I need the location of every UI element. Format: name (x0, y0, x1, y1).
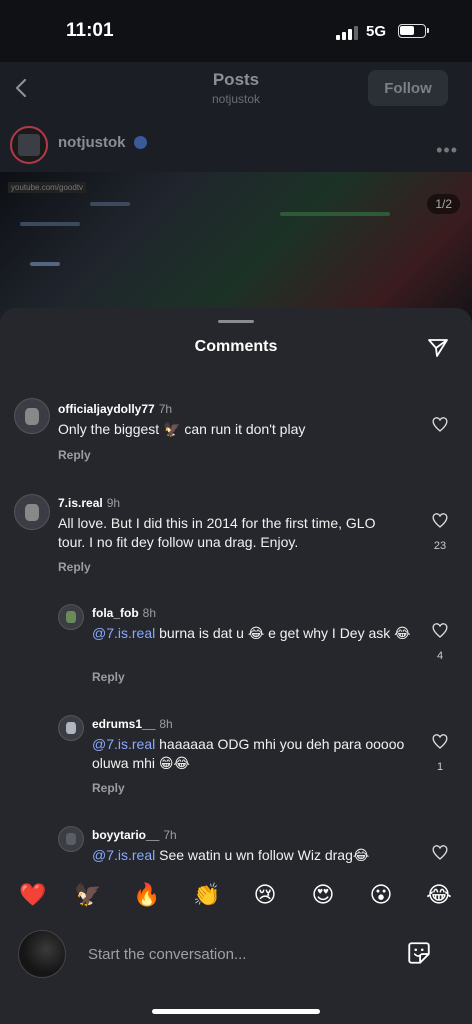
commenter-avatar[interactable] (14, 398, 50, 434)
emoji-heart-button[interactable]: ❤️ (18, 882, 48, 908)
network-type: 5G (366, 23, 387, 40)
reply-button[interactable]: Reply (92, 781, 125, 795)
comment-text: Only the biggest 🦅 can run it don't play (58, 421, 306, 437)
comment-text: @7.is.real burna is dat u 😂 e get why I … (92, 625, 411, 641)
verified-badge-icon (134, 136, 147, 149)
comment-text: @7.is.real See watin u wn follow Wiz dra… (92, 847, 370, 863)
like-count: 4 (436, 650, 444, 662)
emoji-surprised-button[interactable]: 😮 (366, 882, 396, 908)
heart-icon[interactable] (431, 512, 449, 530)
emoji-eagle-button[interactable]: 🦅 (73, 882, 103, 908)
sticker-icon[interactable] (406, 940, 432, 966)
like-count: 1 (436, 761, 444, 773)
more-options-icon[interactable]: ••• (436, 140, 458, 161)
comment-composer (0, 924, 472, 1024)
comment-username[interactable]: officialjaydolly77 7h (58, 402, 172, 416)
share-icon[interactable] (426, 336, 450, 360)
commenter-avatar[interactable] (58, 715, 84, 741)
battery-icon (398, 24, 429, 38)
comment-text: @7.is.real haaaaaa ODG mhi you deh para … (92, 736, 405, 771)
emoji-fire-button[interactable]: 🔥 (132, 882, 162, 908)
commenter-avatar[interactable] (14, 494, 50, 530)
sheet-handle[interactable] (218, 320, 254, 323)
image-counter: 1/2 (427, 194, 460, 214)
comment-username[interactable]: edrums1__ 8h (92, 717, 173, 731)
like-count: 23 (433, 540, 447, 552)
reply-button[interactable]: Reply (92, 670, 125, 684)
comment-username[interactable]: boyytario__ 7h (92, 828, 177, 842)
comment-username[interactable]: 7.is.real 9h (58, 496, 120, 510)
comment-text: All love. But I did this in 2014 for the… (58, 515, 376, 550)
heart-icon[interactable] (431, 733, 449, 751)
status-time: 11:01 (66, 20, 114, 41)
post-user-row: notjustok ••• (0, 122, 472, 170)
follow-button[interactable]: Follow (368, 70, 448, 106)
mention-link[interactable]: @7.is.real (92, 847, 155, 863)
current-user-avatar (18, 930, 66, 978)
post-username[interactable]: notjustok (58, 134, 126, 151)
comment-username[interactable]: fola_fob 8h (92, 606, 156, 620)
emoji-cry-button[interactable]: 😢 (250, 882, 280, 908)
comment-input[interactable] (88, 942, 378, 966)
image-watermark: youtube.com/goodtv (8, 182, 87, 193)
sheet-title: Comments (194, 338, 278, 355)
home-indicator (152, 1009, 320, 1014)
heart-icon[interactable] (431, 844, 449, 862)
heart-icon[interactable] (431, 622, 449, 640)
reply-button[interactable]: Reply (58, 448, 91, 462)
mention-link[interactable]: @7.is.real (92, 625, 155, 641)
post-avatar[interactable] (10, 126, 48, 164)
reply-button[interactable]: Reply (58, 560, 91, 574)
status-bar: 11:01 5G (0, 0, 472, 62)
emoji-heart-eyes-button[interactable]: 😍 (308, 882, 338, 908)
signal-icon (336, 26, 358, 40)
post-area: Posts notjustok Follow notjustok ••• you… (0, 62, 472, 332)
commenter-avatar[interactable] (58, 826, 84, 852)
heart-icon[interactable] (431, 416, 449, 434)
mention-link[interactable]: @7.is.real (92, 736, 155, 752)
emoji-reaction-bar: ❤️ 🦅 🔥 👏 😢 😍 😮 😂 (0, 870, 472, 924)
emoji-clap-button[interactable]: 👏 (192, 882, 222, 908)
commenter-avatar[interactable] (58, 604, 84, 630)
emoji-laugh-button[interactable]: 😂 (424, 882, 454, 908)
